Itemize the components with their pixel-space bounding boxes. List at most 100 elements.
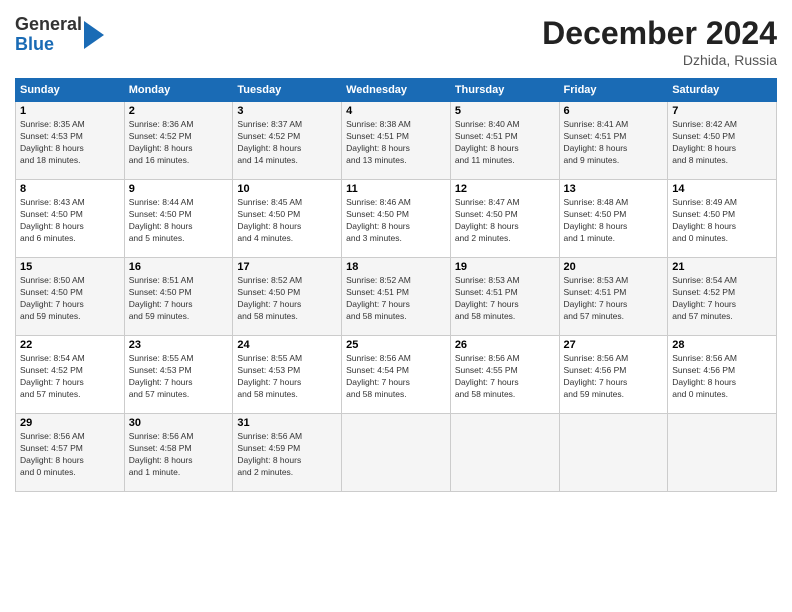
calendar-cell: 5Sunrise: 8:40 AM Sunset: 4:51 PM Daylig… — [450, 102, 559, 180]
day-info: Sunrise: 8:43 AM Sunset: 4:50 PM Dayligh… — [20, 197, 120, 245]
calendar-cell: 7Sunrise: 8:42 AM Sunset: 4:50 PM Daylig… — [668, 102, 777, 180]
day-info: Sunrise: 8:37 AM Sunset: 4:52 PM Dayligh… — [237, 119, 337, 167]
header-saturday: Saturday — [668, 79, 777, 102]
calendar-cell: 11 Sunrise: 8:46 AM Sunset: 4:50 PM Dayli… — [342, 180, 451, 258]
day-info: Sunrise: 8:48 AM Sunset: 4:50 PM Dayligh… — [564, 197, 664, 245]
day-number: 4 — [346, 105, 446, 117]
calendar-cell: 22Sunrise: 8:54 AM Sunset: 4:52 PM Dayli… — [16, 336, 125, 414]
calendar-cell — [450, 414, 559, 492]
day-info: Sunrise: 8:45 AM Sunset: 4:50 PM Dayligh… — [237, 197, 337, 245]
calendar-week-4: 22Sunrise: 8:54 AM Sunset: 4:52 PM Dayli… — [16, 336, 777, 414]
day-info: Sunrise: 8:56 AM Sunset: 4:56 PM Dayligh… — [672, 353, 772, 401]
header-friday: Friday — [559, 79, 668, 102]
calendar-cell: 9 Sunrise: 8:44 AM Sunset: 4:50 PM Daylig… — [124, 180, 233, 258]
day-number: 8 — [20, 183, 120, 195]
calendar-cell: 26 Sunrise: 8:56 AM Sunset: 4:55 PM Dayli… — [450, 336, 559, 414]
day-number: 19 — [455, 261, 555, 273]
day-info: Sunrise: 8:35 AM Sunset: 4:53 PM Dayligh… — [20, 119, 120, 167]
header-thursday: Thursday — [450, 79, 559, 102]
day-number: 1 — [20, 105, 120, 117]
day-info: Sunrise: 8:47 AM Sunset: 4:50 PM Dayligh… — [455, 197, 555, 245]
logo-general-text: General — [15, 15, 82, 35]
month-title: December 2024 — [542, 15, 777, 52]
day-number: 21 — [672, 261, 772, 273]
day-info: Sunrise: 8:41 AM Sunset: 4:51 PM Dayligh… — [564, 119, 664, 167]
calendar-header-row: SundayMondayTuesdayWednesdayThursdayFrid… — [16, 79, 777, 102]
day-number: 17 — [237, 261, 337, 273]
day-number: 14 — [672, 183, 772, 195]
day-info: Sunrise: 8:53 AM Sunset: 4:51 PM Dayligh… — [455, 275, 555, 323]
day-info: Sunrise: 8:38 AM Sunset: 4:51 PM Dayligh… — [346, 119, 446, 167]
day-number: 16 — [129, 261, 229, 273]
day-number: 24 — [237, 339, 337, 351]
calendar-cell: 23 Sunrise: 8:55 AM Sunset: 4:53 PM Dayli… — [124, 336, 233, 414]
calendar-cell: 8 Sunrise: 8:43 AM Sunset: 4:50 PM Daylig… — [16, 180, 125, 258]
day-info: Sunrise: 8:56 AM Sunset: 4:59 PM Dayligh… — [237, 431, 337, 479]
day-info: Sunrise: 8:46 AM Sunset: 4:50 PM Dayligh… — [346, 197, 446, 245]
header-monday: Monday — [124, 79, 233, 102]
calendar-cell: 10Sunrise: 8:45 AM Sunset: 4:50 PM Dayli… — [233, 180, 342, 258]
day-number: 13 — [564, 183, 664, 195]
day-info: Sunrise: 8:40 AM Sunset: 4:51 PM Dayligh… — [455, 119, 555, 167]
logo-blue-text: Blue — [15, 35, 82, 55]
day-info: Sunrise: 8:52 AM Sunset: 4:50 PM Dayligh… — [237, 275, 337, 323]
day-info: Sunrise: 8:54 AM Sunset: 4:52 PM Dayligh… — [672, 275, 772, 323]
title-block: December 2024 Dzhida, Russia — [542, 15, 777, 68]
calendar-cell: 13 Sunrise: 8:48 AM Sunset: 4:50 PM Dayli… — [559, 180, 668, 258]
day-info: Sunrise: 8:56 AM Sunset: 4:54 PM Dayligh… — [346, 353, 446, 401]
calendar-cell: 19 Sunrise: 8:53 AM Sunset: 4:51 PM Dayli… — [450, 258, 559, 336]
calendar-table: SundayMondayTuesdayWednesdayThursdayFrid… — [15, 78, 777, 492]
calendar-cell: 2 Sunrise: 8:36 AM Sunset: 4:52 PM Daylig… — [124, 102, 233, 180]
calendar-cell: 20Sunrise: 8:53 AM Sunset: 4:51 PM Dayli… — [559, 258, 668, 336]
day-number: 31 — [237, 417, 337, 429]
day-number: 25 — [346, 339, 446, 351]
day-number: 26 — [455, 339, 555, 351]
calendar-cell: 24 Sunrise: 8:55 AM Sunset: 4:53 PM Dayli… — [233, 336, 342, 414]
day-number: 15 — [20, 261, 120, 273]
day-number: 30 — [129, 417, 229, 429]
day-info: Sunrise: 8:50 AM Sunset: 4:50 PM Dayligh… — [20, 275, 120, 323]
day-number: 29 — [20, 417, 120, 429]
calendar-cell: 25 Sunrise: 8:56 AM Sunset: 4:54 PM Dayli… — [342, 336, 451, 414]
logo: General Blue — [15, 15, 104, 55]
day-info: Sunrise: 8:56 AM Sunset: 4:55 PM Dayligh… — [455, 353, 555, 401]
day-info: Sunrise: 8:51 AM Sunset: 4:50 PM Dayligh… — [129, 275, 229, 323]
day-info: Sunrise: 8:52 AM Sunset: 4:51 PM Dayligh… — [346, 275, 446, 323]
day-info: Sunrise: 8:42 AM Sunset: 4:50 PM Dayligh… — [672, 119, 772, 167]
day-info: Sunrise: 8:49 AM Sunset: 4:50 PM Dayligh… — [672, 197, 772, 245]
calendar-cell: 21 Sunrise: 8:54 AM Sunset: 4:52 PM Dayli… — [668, 258, 777, 336]
day-info: Sunrise: 8:36 AM Sunset: 4:52 PM Dayligh… — [129, 119, 229, 167]
day-number: 27 — [564, 339, 664, 351]
day-number: 2 — [129, 105, 229, 117]
day-info: Sunrise: 8:56 AM Sunset: 4:57 PM Dayligh… — [20, 431, 120, 479]
day-info: Sunrise: 8:53 AM Sunset: 4:51 PM Dayligh… — [564, 275, 664, 323]
calendar-cell — [342, 414, 451, 492]
day-number: 3 — [237, 105, 337, 117]
calendar-cell: 12 Sunrise: 8:47 AM Sunset: 4:50 PM Dayli… — [450, 180, 559, 258]
calendar-cell: 27Sunrise: 8:56 AM Sunset: 4:56 PM Dayli… — [559, 336, 668, 414]
day-info: Sunrise: 8:44 AM Sunset: 4:50 PM Dayligh… — [129, 197, 229, 245]
day-info: Sunrise: 8:55 AM Sunset: 4:53 PM Dayligh… — [129, 353, 229, 401]
calendar-cell: 1 Sunrise: 8:35 AM Sunset: 4:53 PM Daylig… — [16, 102, 125, 180]
day-number: 11 — [346, 183, 446, 195]
page-header: General Blue December 2024 Dzhida, Russi… — [15, 15, 777, 68]
calendar-week-5: 29 Sunrise: 8:56 AM Sunset: 4:57 PM Dayli… — [16, 414, 777, 492]
calendar-week-2: 8 Sunrise: 8:43 AM Sunset: 4:50 PM Daylig… — [16, 180, 777, 258]
calendar-cell: 31 Sunrise: 8:56 AM Sunset: 4:59 PM Dayli… — [233, 414, 342, 492]
calendar-cell — [559, 414, 668, 492]
calendar-cell: 15 Sunrise: 8:50 AM Sunset: 4:50 PM Dayli… — [16, 258, 125, 336]
calendar-cell: 28 Sunrise: 8:56 AM Sunset: 4:56 PM Dayli… — [668, 336, 777, 414]
day-number: 12 — [455, 183, 555, 195]
logo-icon — [84, 21, 104, 49]
calendar-cell: 3 Sunrise: 8:37 AM Sunset: 4:52 PM Daylig… — [233, 102, 342, 180]
calendar-cell: 30 Sunrise: 8:56 AM Sunset: 4:58 PM Dayli… — [124, 414, 233, 492]
day-number: 9 — [129, 183, 229, 195]
day-info: Sunrise: 8:55 AM Sunset: 4:53 PM Dayligh… — [237, 353, 337, 401]
day-number: 28 — [672, 339, 772, 351]
day-number: 23 — [129, 339, 229, 351]
calendar-cell: 4 Sunrise: 8:38 AM Sunset: 4:51 PM Daylig… — [342, 102, 451, 180]
day-info: Sunrise: 8:56 AM Sunset: 4:58 PM Dayligh… — [129, 431, 229, 479]
calendar-cell: 16 Sunrise: 8:51 AM Sunset: 4:50 PM Dayli… — [124, 258, 233, 336]
day-info: Sunrise: 8:54 AM Sunset: 4:52 PM Dayligh… — [20, 353, 120, 401]
calendar-cell: 14 Sunrise: 8:49 AM Sunset: 4:50 PM Dayli… — [668, 180, 777, 258]
